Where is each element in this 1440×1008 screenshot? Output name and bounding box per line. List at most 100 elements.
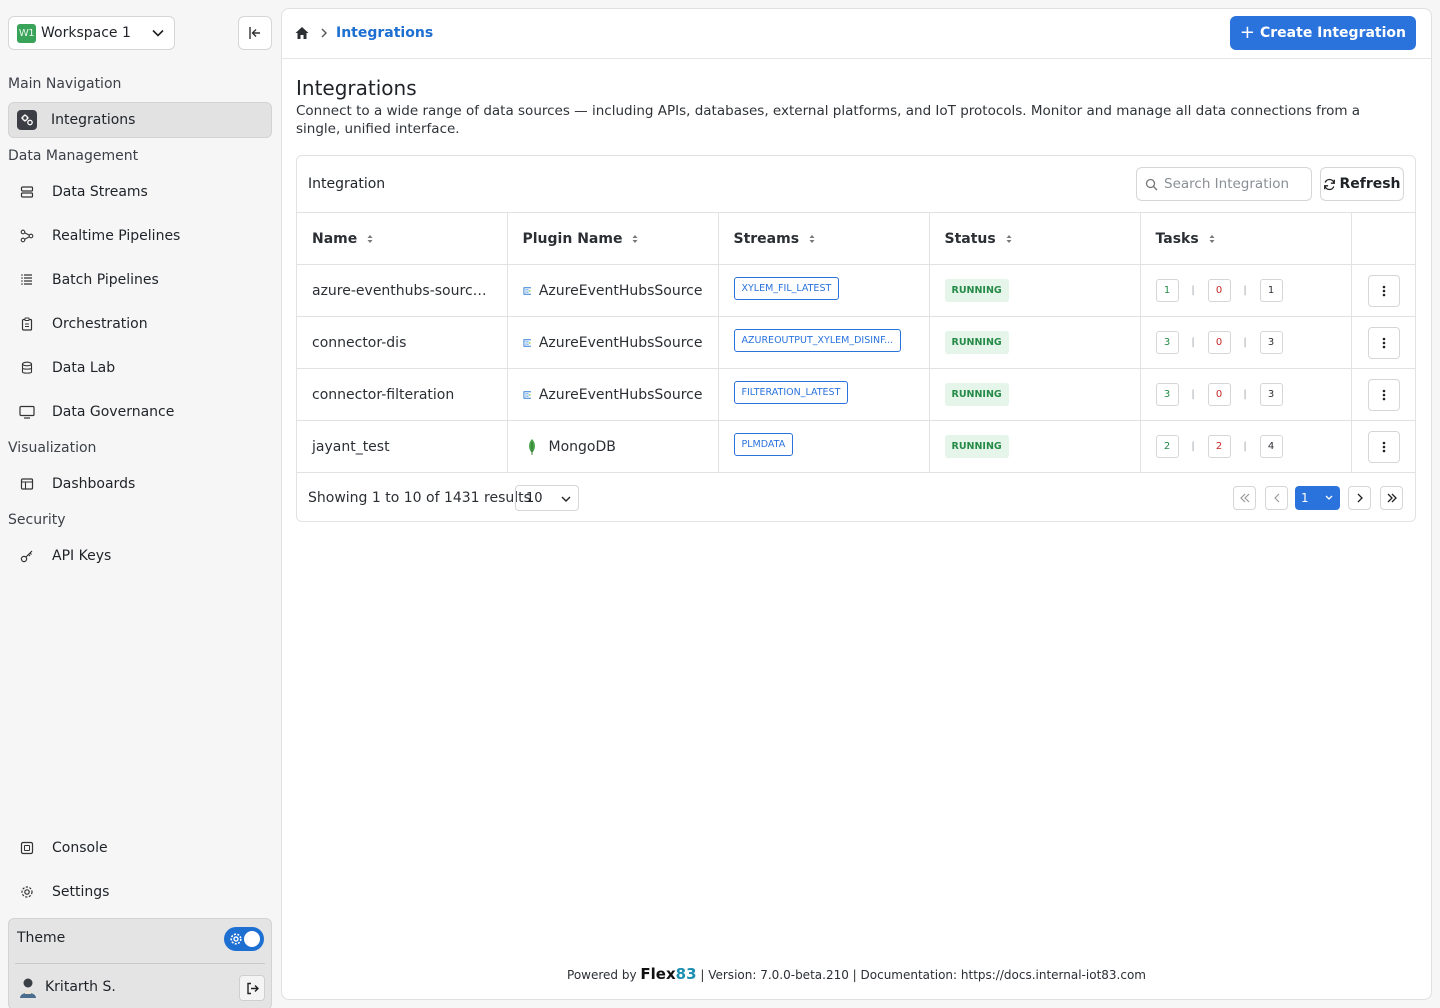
- refresh-button[interactable]: Refresh: [1320, 167, 1404, 201]
- task-running-count: 1: [1155, 279, 1179, 302]
- create-integration-label: Create Integration: [1260, 25, 1406, 41]
- task-failed-count: 2: [1207, 435, 1231, 459]
- nav-section-data-management: Data Management: [8, 148, 139, 164]
- table-row[interactable]: jayant_test MongoDB PLMDATA RUNNING 2 | 2…: [297, 420, 1415, 473]
- column-header-name[interactable]: Name: [297, 212, 508, 265]
- actions-cell: [1351, 316, 1415, 369]
- actions-cell: [1351, 420, 1415, 473]
- column-header-status[interactable]: Status: [929, 212, 1141, 265]
- task-failed-count: 0: [1207, 331, 1231, 354]
- stream-tag[interactable]: PLMDATA: [733, 433, 794, 457]
- dashboard-grid-icon: [18, 475, 36, 493]
- tasks-cell: 2 | 2 | 4: [1140, 420, 1352, 473]
- column-header-streams[interactable]: Streams: [718, 212, 930, 265]
- row-actions-button[interactable]: [1367, 274, 1400, 307]
- sidebar-item-data-lab[interactable]: Data Lab: [8, 350, 272, 386]
- status-badge: RUNNING: [944, 331, 1009, 354]
- table-row[interactable]: azure-eventhubs-source-... AzureEventHub…: [297, 264, 1415, 317]
- integrations-table: Name Plugin Name Streams Status Tasks az…: [297, 212, 1415, 473]
- divider: [15, 963, 265, 964]
- search-icon: [1145, 178, 1158, 190]
- sidebar-item-data-streams[interactable]: Data Streams: [8, 174, 272, 210]
- sidebar-item-realtime-pipelines[interactable]: Realtime Pipelines: [8, 218, 272, 254]
- results-summary: Showing 1 to 10 of 1431 results: [308, 490, 531, 506]
- chevron-down-icon: [1325, 495, 1333, 500]
- integration-name[interactable]: jayant_test: [297, 420, 508, 473]
- column-header-plugin-name[interactable]: Plugin Name: [507, 212, 719, 265]
- status-cell: RUNNING: [929, 420, 1141, 473]
- current-page-select[interactable]: 1: [1295, 486, 1340, 510]
- status-badge: RUNNING: [944, 279, 1009, 302]
- row-actions-button[interactable]: [1367, 378, 1400, 411]
- column-header-tasks[interactable]: Tasks: [1140, 212, 1352, 265]
- nav-section-main: Main Navigation: [8, 76, 122, 92]
- chevron-down-icon: [561, 496, 571, 502]
- table-row[interactable]: connector-dis AzureEventHubsSource AZURE…: [297, 316, 1415, 369]
- status-cell: RUNNING: [929, 316, 1141, 369]
- page-title: Integrations: [296, 76, 417, 100]
- row-actions-button[interactable]: [1367, 326, 1400, 359]
- stream-tag[interactable]: FILTERATION_LATEST: [733, 381, 849, 404]
- breadcrumb-current[interactable]: Integrations: [336, 25, 433, 41]
- table-row[interactable]: connector-filteration AzureEventHubsSour…: [297, 368, 1415, 421]
- workspace-name: Workspace 1: [41, 25, 131, 41]
- monitor-icon: [18, 403, 36, 421]
- sidebar-item-batch-pipelines[interactable]: Batch Pipelines: [8, 262, 272, 298]
- pipeline-nodes-icon: [18, 227, 36, 245]
- first-page-button[interactable]: [1233, 486, 1256, 510]
- workspace-selector[interactable]: W1 Workspace 1: [8, 16, 175, 50]
- integration-name[interactable]: azure-eventhubs-source-...: [297, 264, 508, 317]
- sidebar-item-integrations[interactable]: Integrations: [8, 102, 272, 138]
- create-integration-button[interactable]: + Create Integration: [1229, 16, 1416, 50]
- sidebar-item-settings[interactable]: Settings: [8, 874, 272, 910]
- collapse-sidebar-button[interactable]: [238, 16, 272, 50]
- previous-page-button[interactable]: [1265, 486, 1288, 510]
- sidebar-item-orchestration[interactable]: Orchestration: [8, 306, 272, 342]
- status-cell: RUNNING: [929, 368, 1141, 421]
- row-actions-button[interactable]: [1367, 430, 1400, 463]
- task-failed-count: 0: [1207, 279, 1231, 302]
- azure-eventhubs-icon: [522, 338, 531, 347]
- integrations-icon: [17, 110, 37, 130]
- powered-by-label: Powered by: [567, 968, 637, 982]
- plugin-name: AzureEventHubsSource: [538, 334, 703, 351]
- last-page-button[interactable]: [1380, 486, 1403, 510]
- plugin-cell: MongoDB: [507, 420, 719, 473]
- status-badge: RUNNING: [944, 383, 1009, 406]
- toggle-knob: [244, 931, 260, 947]
- main-panel: Integrations + Create Integration Integr…: [281, 8, 1432, 1000]
- sidebar-item-dashboards[interactable]: Dashboards: [8, 466, 272, 502]
- home-icon[interactable]: [294, 25, 310, 41]
- sidebar-item-label: Orchestration: [52, 316, 148, 332]
- task-running-count: 3: [1155, 383, 1179, 406]
- sidebar-item-data-governance[interactable]: Data Governance: [8, 394, 272, 430]
- more-vertical-icon: [1382, 389, 1385, 400]
- sort-icon: [809, 234, 815, 243]
- sidebar-item-label: Console: [52, 840, 108, 856]
- next-page-button[interactable]: [1348, 486, 1371, 510]
- search-input[interactable]: Search Integration: [1136, 167, 1312, 201]
- logout-button[interactable]: [239, 975, 265, 1001]
- plugin-cell: AzureEventHubsSource: [507, 264, 719, 317]
- sort-icon: [1006, 234, 1012, 243]
- integration-name[interactable]: connector-filteration: [297, 368, 508, 421]
- sidebar-item-api-keys[interactable]: API Keys: [8, 538, 272, 574]
- collapse-left-icon: [249, 27, 260, 39]
- stream-tag[interactable]: AZUREOUTPUT_XYLEM_DISINF...: [733, 329, 902, 352]
- integration-table-card: Integration Search Integration Refresh N…: [296, 155, 1416, 522]
- azure-eventhubs-icon: [522, 286, 531, 295]
- sidebar-item-label: Batch Pipelines: [52, 272, 159, 288]
- refresh-icon: [1324, 178, 1336, 190]
- gear-icon: [230, 933, 242, 945]
- sidebar-item-label: Settings: [52, 884, 110, 900]
- tasks-cell: 3 | 0 | 3: [1140, 316, 1352, 369]
- theme-toggle[interactable]: [224, 927, 264, 951]
- sidebar-item-console[interactable]: Console: [8, 830, 272, 866]
- stream-tag[interactable]: XYLEM_FIL_LATEST: [733, 277, 840, 300]
- integration-name[interactable]: connector-dis: [297, 316, 508, 369]
- page-size-select[interactable]: 10: [515, 485, 579, 511]
- top-bar: Integrations + Create Integration: [282, 9, 1431, 59]
- sidebar-item-label: Dashboards: [52, 476, 136, 492]
- tasks-cell: 3 | 0 | 3: [1140, 368, 1352, 421]
- task-total-count: 1: [1259, 279, 1283, 302]
